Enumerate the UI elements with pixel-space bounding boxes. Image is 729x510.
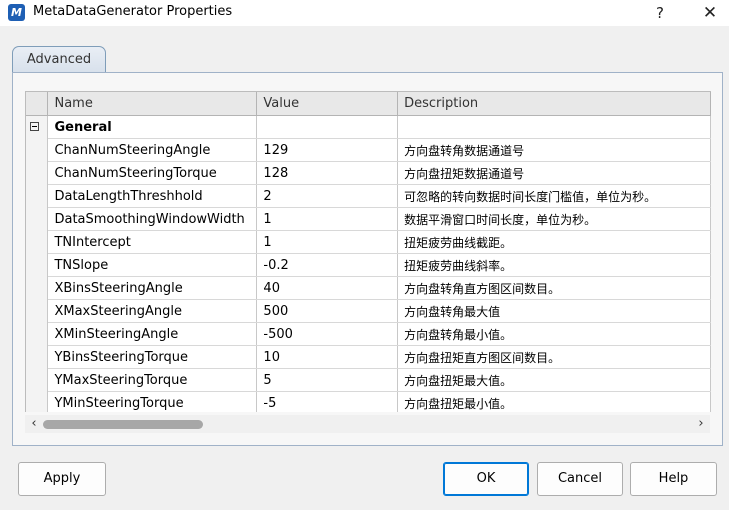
column-header-name[interactable]: Name xyxy=(47,92,258,116)
property-value[interactable]: 1 xyxy=(256,230,399,254)
property-row[interactable]: ChanNumSteeringAngle 129 方向盘转角数据通道号 xyxy=(26,138,711,162)
property-name: XMaxSteeringAngle xyxy=(47,299,258,323)
category-description-cell xyxy=(397,115,711,139)
property-value[interactable]: 129 xyxy=(256,138,399,162)
property-row[interactable]: XBinsSteeringAngle 40 方向盘转角直方图区间数目。 xyxy=(26,276,711,300)
property-name: TNSlope xyxy=(47,253,258,277)
app-icon: M xyxy=(8,4,25,21)
scroll-right-arrow-icon[interactable]: › xyxy=(694,415,708,433)
ok-button[interactable]: OK xyxy=(443,462,529,496)
property-row[interactable]: TNIntercept 1 扭矩疲劳曲线截距。 xyxy=(26,230,711,254)
collapse-toggle[interactable] xyxy=(26,115,49,139)
scroll-left-arrow-icon[interactable]: ‹ xyxy=(27,415,41,433)
property-description: 方向盘转角最小值。 xyxy=(397,322,711,346)
property-description: 方向盘转角直方图区间数目。 xyxy=(397,276,711,300)
horizontal-scrollbar[interactable]: ‹ › xyxy=(25,415,710,433)
property-description: 方向盘扭矩直方图区间数目。 xyxy=(397,345,711,369)
help-question-icon[interactable]: ? xyxy=(648,1,672,25)
property-description: 方向盘转角最大值 xyxy=(397,299,711,323)
row-margin xyxy=(26,138,49,162)
cancel-button[interactable]: Cancel xyxy=(537,462,623,496)
property-row[interactable]: DataLengthThreshhold 2 可忽略的转向数据时间长度门槛值，单位为… xyxy=(26,184,711,208)
column-header-value[interactable]: Value xyxy=(256,92,399,116)
property-description: 方向盘扭矩最大值。 xyxy=(397,368,711,392)
property-description: 扭矩疲劳曲线斜率。 xyxy=(397,253,711,277)
property-row[interactable]: YMaxSteeringTorque 5 方向盘扭矩最大值。 xyxy=(26,368,711,392)
property-name: YMaxSteeringTorque xyxy=(47,368,258,392)
property-name: YMinSteeringTorque xyxy=(47,391,258,412)
property-name: DataSmoothingWindowWidth xyxy=(47,207,258,231)
property-name: ChanNumSteeringTorque xyxy=(47,161,258,185)
property-row[interactable]: DataSmoothingWindowWidth 1 数据平滑窗口时间长度，单位为秒… xyxy=(26,207,711,231)
category-label: General xyxy=(47,115,258,139)
property-name: ChanNumSteeringAngle xyxy=(47,138,258,162)
property-grid[interactable]: Name Value Description General ChanNumSt… xyxy=(25,91,711,412)
property-value[interactable]: -0.2 xyxy=(256,253,399,277)
grid-header-row: Name Value Description xyxy=(26,92,711,116)
property-description: 扭矩疲劳曲线截距。 xyxy=(397,230,711,254)
column-header-description[interactable]: Description xyxy=(397,92,711,116)
property-description: 可忽略的转向数据时间长度门槛值，单位为秒。 xyxy=(397,184,711,208)
property-name: YBinsSteeringTorque xyxy=(47,345,258,369)
property-row[interactable]: YMinSteeringTorque -5 方向盘扭矩最小值。 xyxy=(26,391,711,412)
property-value[interactable]: -500 xyxy=(256,322,399,346)
row-margin xyxy=(26,391,49,412)
property-description: 方向盘扭矩最小值。 xyxy=(397,391,711,412)
property-value[interactable]: 500 xyxy=(256,299,399,323)
header-margin xyxy=(26,92,49,116)
property-name: DataLengthThreshhold xyxy=(47,184,258,208)
property-description: 方向盘扭矩数据通道号 xyxy=(397,161,711,185)
property-row[interactable]: ChanNumSteeringTorque 128 方向盘扭矩数据通道号 xyxy=(26,161,711,185)
property-name: TNIntercept xyxy=(47,230,258,254)
row-margin xyxy=(26,184,49,208)
row-margin xyxy=(26,230,49,254)
property-row[interactable]: TNSlope -0.2 扭矩疲劳曲线斜率。 xyxy=(26,253,711,277)
apply-button[interactable]: Apply xyxy=(18,462,106,496)
tab-advanced[interactable]: Advanced xyxy=(12,46,106,72)
row-margin xyxy=(26,253,49,277)
property-value[interactable]: 10 xyxy=(256,345,399,369)
property-value[interactable]: 1 xyxy=(256,207,399,231)
row-margin xyxy=(26,207,49,231)
property-description: 方向盘转角数据通道号 xyxy=(397,138,711,162)
category-value-cell xyxy=(256,115,399,139)
property-name: XBinsSteeringAngle xyxy=(47,276,258,300)
row-margin xyxy=(26,299,49,323)
property-value[interactable]: 40 xyxy=(256,276,399,300)
property-description: 数据平滑窗口时间长度，单位为秒。 xyxy=(397,207,711,231)
property-row[interactable]: YBinsSteeringTorque 10 方向盘扭矩直方图区间数目。 xyxy=(26,345,711,369)
property-row[interactable]: XMinSteeringAngle -500 方向盘转角最小值。 xyxy=(26,322,711,346)
property-value[interactable]: 2 xyxy=(256,184,399,208)
property-row[interactable]: XMaxSteeringAngle 500 方向盘转角最大值 xyxy=(26,299,711,323)
row-margin xyxy=(26,345,49,369)
property-value[interactable]: 5 xyxy=(256,368,399,392)
property-name: XMinSteeringAngle xyxy=(47,322,258,346)
collapse-minus-icon[interactable] xyxy=(30,121,39,131)
row-margin xyxy=(26,161,49,185)
row-margin xyxy=(26,322,49,346)
help-button[interactable]: Help xyxy=(630,462,717,496)
title-bar: M MetaDataGenerator Properties ? ✕ xyxy=(0,0,729,26)
row-margin xyxy=(26,368,49,392)
window-title: MetaDataGenerator Properties xyxy=(33,4,233,19)
close-icon[interactable]: ✕ xyxy=(697,1,723,25)
scrollbar-thumb[interactable] xyxy=(43,420,203,429)
property-value[interactable]: 128 xyxy=(256,161,399,185)
category-row-general[interactable]: General xyxy=(26,115,711,139)
row-margin xyxy=(26,276,49,300)
property-value[interactable]: -5 xyxy=(256,391,399,412)
